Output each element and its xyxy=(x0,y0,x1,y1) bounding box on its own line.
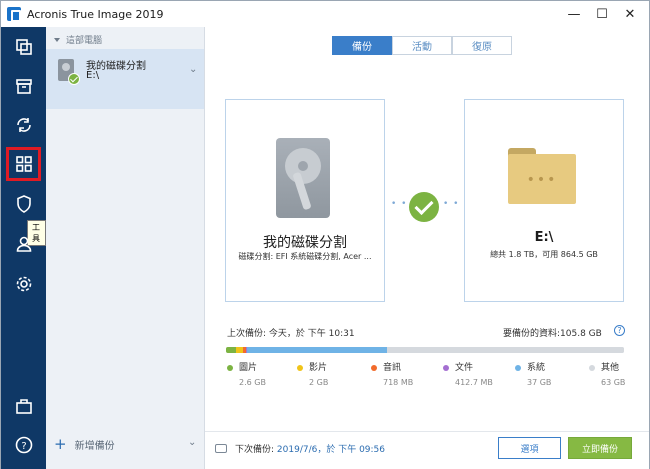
legend-value: 412.7 MB xyxy=(455,378,493,387)
legend-item: 其他 63 GB xyxy=(589,360,625,387)
nav-backup-button[interactable] xyxy=(6,30,41,64)
help-icon[interactable]: ? xyxy=(614,325,625,336)
nav-archive-button[interactable] xyxy=(6,69,41,103)
last-backup-text: 上次備份: 今天，於 下午 10:31 xyxy=(227,329,355,339)
main-content: 備份 活動 復原 我的磁碟分割 磁碟分割: EFI 系統磁碟分割, Acer .… xyxy=(205,27,649,469)
close-button[interactable]: ✕ xyxy=(613,1,647,27)
source-card[interactable]: 我的磁碟分割 磁碟分割: EFI 系統磁碟分割, Acer ... xyxy=(225,99,385,302)
nav-protection-button[interactable] xyxy=(6,187,41,221)
next-backup-text: 下次備份: 2019/7/6，於 下午 09:56 xyxy=(235,445,386,455)
caret-down-icon xyxy=(54,37,60,42)
legend-dot xyxy=(589,364,595,371)
source-group-label: 這部電腦 xyxy=(66,36,103,46)
plus-icon: + xyxy=(54,435,67,453)
shield-icon xyxy=(16,195,31,213)
legend-value: 37 GB xyxy=(527,378,552,387)
nav-tools-button[interactable] xyxy=(6,147,41,181)
backup-now-button[interactable]: 立即備份 xyxy=(568,437,632,459)
usage-segment xyxy=(386,347,624,353)
person-icon xyxy=(16,236,31,252)
legend-value: 2 GB xyxy=(309,378,329,387)
destination-card-subtitle: 總共 1.8 TB，可用 864.5 GB xyxy=(490,250,598,259)
destination-card[interactable]: ••• E:\ 總共 1.8 TB，可用 864.5 GB xyxy=(464,99,624,302)
legend-item: 文件 412.7 MB xyxy=(443,360,493,387)
source-group-header[interactable]: 這部電腦 xyxy=(54,33,102,46)
legend-dot xyxy=(227,364,233,371)
nav-store-button[interactable] xyxy=(6,389,41,423)
add-backup-menu-icon[interactable]: ⌄ xyxy=(188,437,196,448)
nav-sync-button[interactable] xyxy=(6,108,41,142)
legend-value: 63 GB xyxy=(601,378,626,387)
archive-icon xyxy=(15,79,32,94)
source-card-title: 我的磁碟分割 xyxy=(263,235,347,251)
legend-item: 影片 2 GB xyxy=(297,360,328,387)
data-size-text: 要備份的資料:105.8 GB xyxy=(503,329,602,339)
footer-bar: 下次備份: 2019/7/6，於 下午 09:56 選項 立即備份 xyxy=(205,431,649,469)
nav-settings-button[interactable] xyxy=(6,267,41,301)
tab-recovery[interactable]: 復原 xyxy=(452,36,512,55)
source-card-subtitle: 磁碟分割: EFI 系統磁碟分割, Acer ... xyxy=(238,252,372,261)
grid-icon xyxy=(15,156,32,172)
briefcase-icon xyxy=(15,399,32,414)
tab-bar: 備份 活動 復原 xyxy=(332,36,512,55)
app-logo-icon xyxy=(7,7,21,22)
app-window: Acronis True Image 2019 — ☐ ✕ 工具 ? 這部電腦 … xyxy=(0,0,650,469)
hard-drive-icon xyxy=(276,138,330,218)
nav-sidebar: 工具 ? xyxy=(1,27,46,469)
source-list-item[interactable]: 我的磁碟分割 E:\ ⌄ xyxy=(46,49,204,109)
comment-icon[interactable] xyxy=(215,444,227,453)
destination-card-title: E:\ xyxy=(534,230,554,245)
usage-segment xyxy=(247,347,387,353)
success-check-icon xyxy=(409,192,439,222)
source-item-subtitle: E:\ xyxy=(86,70,100,81)
gear-icon xyxy=(16,276,31,292)
legend-dot xyxy=(371,364,377,371)
window-title: Acronis True Image 2019 xyxy=(27,7,164,21)
legend-value: 718 MB xyxy=(383,378,414,387)
next-backup-time[interactable]: 2019/7/6，於 下午 09:56 xyxy=(277,445,385,455)
add-backup-label: 新增備份 xyxy=(74,440,115,452)
tab-backup[interactable]: 備份 xyxy=(332,36,392,55)
svg-text:?: ? xyxy=(21,441,26,452)
usage-segment xyxy=(226,347,236,353)
legend-item: 系統 37 GB xyxy=(515,360,551,387)
chevron-down-icon[interactable]: ⌄ xyxy=(189,64,197,75)
source-panel: 這部電腦 我的磁碟分割 E:\ ⌄ + 新增備份 ⌄ xyxy=(46,27,205,469)
add-backup-button[interactable]: + 新增備份 xyxy=(54,435,115,453)
check-badge-icon xyxy=(68,73,80,85)
help-icon: ? xyxy=(15,436,32,454)
options-button[interactable]: 選項 xyxy=(498,437,561,459)
legend-item: 圖片 2.6 GB xyxy=(227,360,266,387)
folder-icon: ••• xyxy=(508,148,576,204)
usage-segment xyxy=(235,347,244,353)
legend-value: 2.6 GB xyxy=(239,378,266,387)
tab-activity[interactable]: 活動 xyxy=(392,36,452,55)
legend-dot xyxy=(297,364,303,371)
title-bar[interactable]: Acronis True Image 2019 — ☐ ✕ xyxy=(1,1,649,27)
nav-account-button[interactable] xyxy=(6,227,41,261)
copy-icon xyxy=(15,39,32,55)
legend-item: 音訊 718 MB xyxy=(371,360,413,387)
usage-bar xyxy=(226,347,624,353)
usage-legend: 圖片 2.6 GB 影片 2 GB 音訊 718 MB 文件 412.7 MB … xyxy=(227,360,627,390)
legend-dot xyxy=(515,364,521,371)
legend-dot xyxy=(443,364,449,371)
sync-icon xyxy=(16,118,31,132)
nav-help-button[interactable]: ? xyxy=(6,428,41,462)
